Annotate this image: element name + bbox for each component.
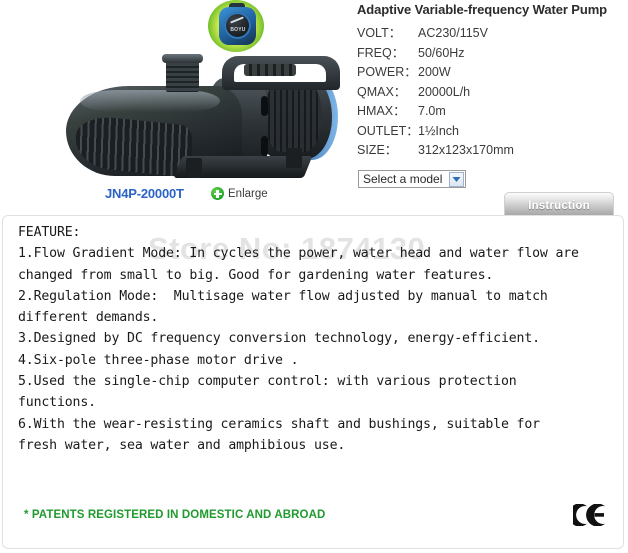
specifications-block: Adaptive Variable-frequency Water Pump V… xyxy=(357,0,625,161)
controller-brand-logo: BOYU xyxy=(230,27,246,33)
enlarge-label: Enlarge xyxy=(228,187,268,200)
spec-key: SIZE： xyxy=(357,143,398,157)
feature-description-text: FEATURE: 1.Flow Gradient Mode: In cycles… xyxy=(18,225,579,453)
controller-dial xyxy=(224,12,251,39)
pump-vent-slot xyxy=(261,136,268,156)
pump-foot xyxy=(186,158,202,178)
pump-highlight xyxy=(80,90,220,112)
spec-value: AC230/115V xyxy=(418,26,488,40)
spec-key: QMAX： xyxy=(357,84,407,99)
product-model-label: JN4P-20000T xyxy=(105,186,184,201)
patents-note: * PATENTS REGISTERED IN DOMESTIC AND ABR… xyxy=(24,509,326,521)
spec-row-qmax: QMAX： 20000L/h xyxy=(357,83,625,103)
model-caption-row: JN4P-20000T Enlarge xyxy=(0,186,350,208)
water-pump-product-image[interactable] xyxy=(58,52,348,182)
spec-row-power: POWER： 200W xyxy=(357,63,625,83)
spec-key: OUTLET： xyxy=(357,123,419,138)
spec-row-hmax: HMAX： 7.0m xyxy=(357,102,625,122)
pump-vent-slot xyxy=(261,96,268,116)
pump-handle-grip xyxy=(244,64,296,76)
spec-value: 200W xyxy=(418,65,451,79)
tab-instruction-label: Instruction xyxy=(528,199,590,212)
spec-row-freq: FREQ： 50/60Hz xyxy=(357,44,625,64)
model-select-value: Select a model xyxy=(363,172,443,186)
spec-key: VOLT： xyxy=(357,26,402,40)
model-select-dropdown[interactable]: Select a model xyxy=(358,170,466,188)
pump-outlet-cap xyxy=(162,54,203,63)
product-header-section: BOYU JN4P-20000T Enlarge Adaptive Variab… xyxy=(0,0,628,218)
spec-row-outlet: OUTLET： 1½Inch xyxy=(357,122,625,142)
spec-key: HMAX： xyxy=(357,104,406,118)
spec-value: 7.0m xyxy=(418,104,446,118)
spec-row-size: SIZE： 312x123x170mm xyxy=(357,141,625,161)
spec-row-volt: VOLT： AC230/115V xyxy=(357,24,625,44)
product-image-block: BOYU xyxy=(0,0,350,185)
spec-value: 50/60Hz xyxy=(418,45,465,60)
spec-value: 1½Inch xyxy=(418,123,460,138)
pump-threaded-outlet xyxy=(166,58,199,92)
enlarge-link[interactable]: Enlarge xyxy=(211,187,268,200)
ce-mark-icon xyxy=(573,504,607,526)
spec-value: 20000L/h xyxy=(418,84,471,99)
frequency-controller-badge: BOYU xyxy=(208,0,264,52)
spec-value: 312x123x170mm xyxy=(418,143,514,157)
pump-foot xyxy=(286,148,302,168)
page-title: Adaptive Variable-frequency Water Pump xyxy=(357,2,608,17)
spec-key: POWER： xyxy=(357,65,417,79)
pump-rear-fins xyxy=(264,80,322,152)
plus-circle-icon xyxy=(211,187,224,200)
spec-key: FREQ： xyxy=(357,45,405,60)
chevron-down-icon[interactable] xyxy=(449,171,464,187)
